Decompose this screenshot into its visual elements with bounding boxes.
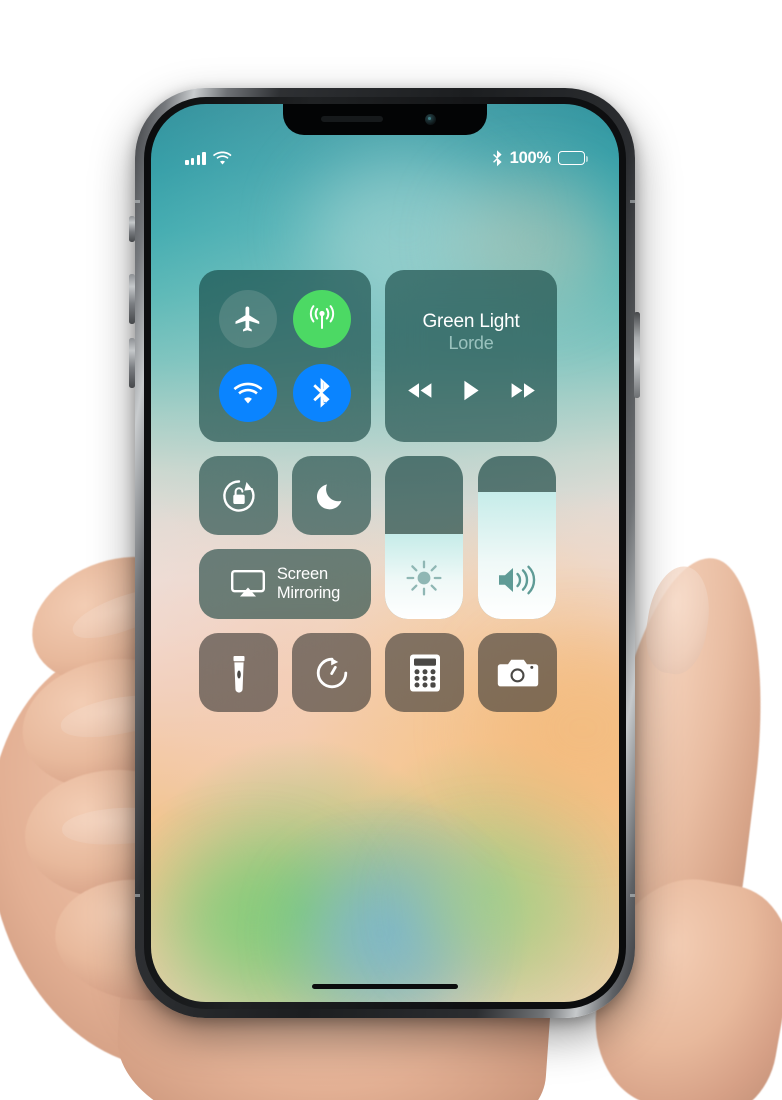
airplay-screen-icon (230, 569, 266, 599)
bluetooth-icon (492, 149, 503, 167)
notch (283, 104, 487, 135)
airplane-icon (235, 306, 260, 332)
rewind-button[interactable] (407, 382, 433, 399)
control-center-row-1: Green Light Lorde (199, 270, 571, 442)
screen-mirroring-tile[interactable]: Screen Mirroring (199, 549, 371, 619)
play-button[interactable] (463, 380, 480, 401)
earpiece-speaker (321, 116, 383, 122)
fast-forward-icon (511, 383, 535, 399)
rewind-icon (407, 383, 431, 399)
screen-mirroring-label: Screen Mirroring (277, 565, 340, 604)
antenna-line-bottom-left (135, 894, 140, 897)
screen-mirroring-label-line2: Mirroring (276, 584, 341, 602)
wifi-icon (233, 382, 263, 403)
screenshot-stage: 100% Green Light Lorde Screen Mirroring (0, 0, 782, 1100)
flashlight-shortcut[interactable] (199, 633, 278, 712)
rotation-lock-toggle[interactable] (199, 456, 278, 535)
battery-full-icon (558, 151, 588, 165)
control-center-row-2: Screen Mirroring (199, 456, 571, 619)
toggles-and-mirroring-column: Screen Mirroring (199, 456, 371, 619)
connectivity-module[interactable] (199, 270, 371, 442)
now-playing-artist: Lorde (448, 333, 494, 354)
antenna-line-bottom-right (630, 894, 635, 897)
volume-slider[interactable] (478, 456, 556, 619)
moon-icon (316, 483, 341, 509)
phone-bezel: 100% Green Light Lorde Screen Mirroring (144, 97, 626, 1009)
battery-percent-label: 100% (509, 148, 552, 167)
timer-shortcut[interactable] (292, 633, 371, 712)
cellular-bars-icon (185, 152, 206, 165)
antenna-line-top-left (135, 200, 140, 203)
control-center: Green Light Lorde Screen Mirroring (151, 184, 619, 1002)
mute-switch[interactable] (129, 216, 135, 242)
status-bar-right: 100% (492, 148, 588, 168)
calculator-icon (409, 654, 440, 691)
volume-speaker-icon (495, 562, 539, 603)
brightness-slider[interactable] (385, 456, 463, 619)
status-bar-left (185, 151, 232, 165)
sliders-group (385, 456, 556, 619)
brightness-sun-icon (404, 558, 444, 603)
thumbnail (639, 561, 717, 679)
now-playing-controls (407, 380, 536, 401)
status-bar: 100% (151, 147, 619, 169)
fast-forward-button[interactable] (510, 382, 536, 399)
timer-icon (316, 657, 347, 688)
bluetooth-icon (313, 378, 330, 408)
airplane-mode-toggle[interactable] (219, 290, 277, 348)
front-camera-icon (425, 113, 436, 125)
power-button[interactable] (634, 312, 640, 398)
bluetooth-toggle[interactable] (293, 364, 351, 422)
rotation-lock-icon (222, 479, 255, 512)
cellular-antenna-icon (309, 305, 335, 329)
home-indicator[interactable] (312, 983, 458, 989)
toggle-pair (199, 456, 371, 535)
now-playing-module[interactable]: Green Light Lorde (385, 270, 557, 442)
play-icon (463, 381, 479, 401)
volume-down-button[interactable] (129, 338, 135, 388)
wifi-icon (212, 151, 232, 165)
antenna-line-top-right (630, 200, 635, 203)
wifi-toggle[interactable] (219, 364, 277, 422)
now-playing-title: Green Light (422, 310, 520, 332)
flashlight-icon (233, 655, 244, 693)
volume-up-button[interactable] (129, 274, 135, 324)
camera-shortcut[interactable] (478, 633, 557, 712)
camera-icon (497, 659, 538, 686)
do-not-disturb-toggle[interactable] (292, 456, 371, 535)
cellular-data-toggle[interactable] (293, 290, 351, 348)
screen-mirroring-label-line1: Screen (276, 564, 328, 583)
calculator-shortcut[interactable] (385, 633, 464, 712)
shortcuts-row (199, 633, 571, 712)
iphone-device: 100% Green Light Lorde Screen Mirroring (135, 88, 635, 1018)
phone-screen: 100% Green Light Lorde Screen Mirroring (151, 104, 619, 1002)
